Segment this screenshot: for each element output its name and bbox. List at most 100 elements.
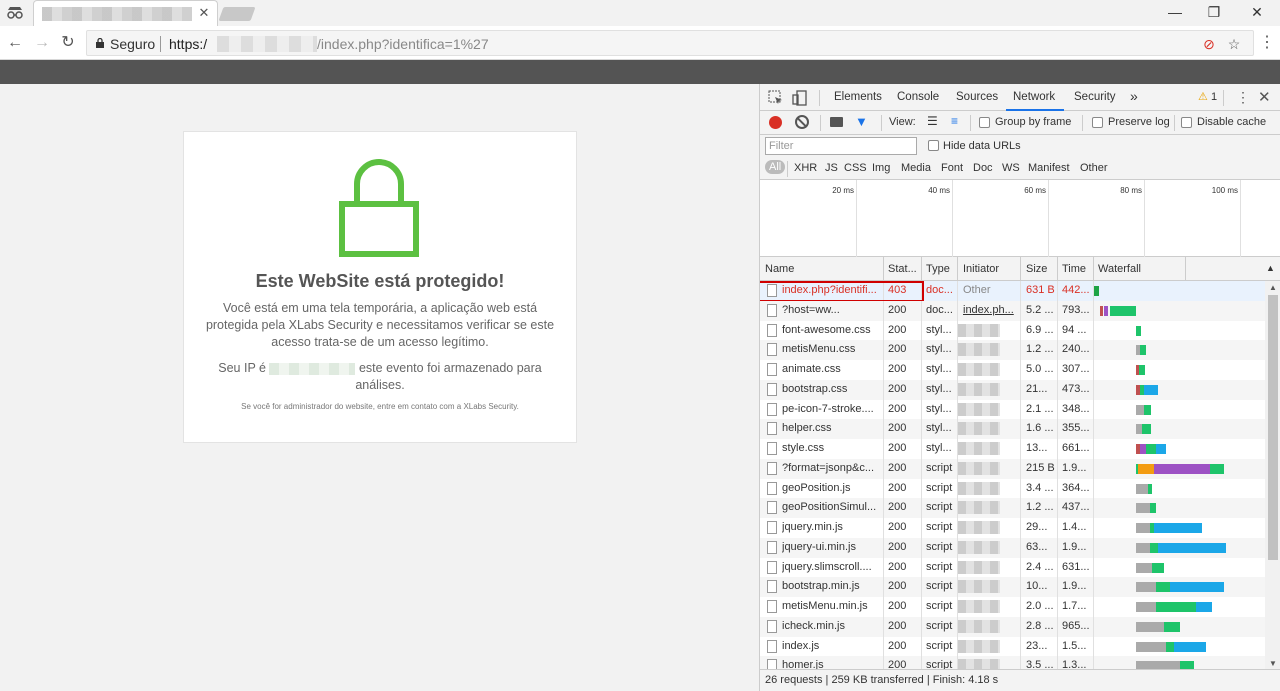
waterfall-bar [1164, 621, 1180, 632]
table-row[interactable]: ?host=ww... 200 doc... index.ph... 5.2 ... 79… [760, 300, 1265, 321]
request-type: styl... [926, 442, 952, 454]
overview-icon[interactable]: ≡ [951, 114, 958, 128]
type-filter-other[interactable]: Other [1080, 162, 1108, 174]
request-initiator[interactable]: index.ph... [963, 304, 1019, 316]
scroll-up-icon[interactable]: ▲ [1269, 283, 1277, 292]
table-row[interactable]: metisMenu.min.js 200 script 2.0 ... 1.7... [760, 597, 1265, 617]
column-divider [921, 498, 922, 519]
type-filter-font[interactable]: Font [941, 162, 963, 174]
filter-icon[interactable]: ▼ [855, 115, 869, 129]
table-row[interactable]: jquery-ui.min.js 200 script 63... 1.9... [760, 537, 1265, 558]
type-filter-ws[interactable]: WS [1002, 162, 1020, 174]
minimize-button[interactable]: — [1164, 3, 1186, 21]
more-tabs-button[interactable]: » [1130, 88, 1138, 104]
table-row[interactable]: index.php?identifi... 403 doc... Other 631 B… [760, 281, 1265, 302]
scrollbar-thumb[interactable] [1268, 295, 1278, 560]
screenshot-icon[interactable] [830, 117, 843, 127]
forward-icon[interactable]: → [33, 34, 51, 52]
request-name: font-awesome.css [782, 323, 871, 336]
initiator-redacted [958, 619, 1000, 633]
request-type: styl... [926, 402, 952, 415]
type-filter-manifest[interactable]: Manifest [1028, 162, 1070, 174]
table-row[interactable]: style.css 200 styl... 13... 661... [760, 439, 1265, 459]
type-filter-doc[interactable]: Doc [973, 162, 993, 174]
inspect-element-icon[interactable] [768, 90, 784, 106]
request-time: 1.4... [1062, 521, 1087, 533]
table-row[interactable]: ?format=jsonp&c... 200 script 215 B 1.9... [760, 458, 1265, 479]
column-divider [1057, 636, 1058, 657]
file-icon [767, 442, 777, 455]
scroll-down-icon[interactable]: ▼ [1269, 659, 1277, 668]
type-filter-media[interactable]: Media [901, 162, 931, 174]
table-row[interactable]: pe-icon-7-stroke.... 200 styl... 2.1 ... 348… [760, 399, 1265, 420]
address-bar[interactable]: Seguro https:/ /index.php?identifica=1%2… [86, 30, 1254, 56]
timeline-tick-label: 20 ms [832, 186, 854, 195]
initiator-redacted [958, 402, 1000, 416]
table-row[interactable]: bootstrap.css 200 styl... 21... 473... [760, 379, 1265, 400]
devtools-close-icon[interactable]: ✕ [1258, 88, 1271, 106]
window-close-button[interactable]: ✕ [1246, 3, 1268, 21]
highlight-annotation [760, 281, 924, 302]
table-row[interactable]: geoPosition.js 200 script 3.4 ... 364... [760, 478, 1265, 499]
table-row[interactable]: font-awesome.css 200 styl... 6.9 ... 94 ... [760, 320, 1265, 341]
disable-cache-checkbox[interactable] [1181, 117, 1192, 128]
column-divider [1020, 419, 1021, 440]
devtools-menu-icon[interactable]: ⋮ [1236, 89, 1250, 106]
device-toolbar-icon[interactable] [792, 90, 808, 106]
table-row[interactable]: bootstrap.min.js 200 script 10... 1.9... [760, 577, 1265, 598]
table-row[interactable]: geoPositionSimul... 200 script 1.2 ... 437..… [760, 498, 1265, 519]
hide-data-urls-checkbox[interactable] [928, 140, 939, 151]
tab-close-icon[interactable]: ✕ [197, 6, 211, 20]
network-overview-timeline[interactable]: 20 ms 40 ms 60 ms 80 ms 100 ms [760, 180, 1280, 257]
request-type: script [926, 580, 953, 593]
type-filter-js[interactable]: JS [825, 162, 838, 174]
column-header-time[interactable]: Time [1062, 263, 1086, 275]
bookmark-star-icon[interactable]: ☆ [1225, 35, 1243, 53]
sort-ascending-icon[interactable]: ▲ [1266, 263, 1275, 273]
warning-counter[interactable]: ⚠ 1 [1198, 90, 1217, 103]
clear-icon[interactable] [795, 115, 809, 129]
tab-elements[interactable]: Elements [834, 91, 882, 103]
request-list-scrollbar[interactable]: ▲ ▼ [1265, 281, 1280, 671]
warning-icon: ⚠ [1198, 91, 1208, 103]
table-row[interactable]: animate.css 200 styl... 5.0 ... 307... [760, 360, 1265, 380]
browser-tab[interactable]: ✕ [33, 0, 218, 26]
table-row[interactable]: icheck.min.js 200 script 2.8 ... 965... [760, 616, 1265, 637]
back-icon[interactable]: ← [6, 34, 24, 52]
large-rows-icon[interactable]: ☰ [927, 114, 938, 128]
table-row[interactable]: metisMenu.css 200 styl... 1.2 ... 240... [760, 340, 1265, 361]
file-icon [767, 461, 777, 475]
tab-network[interactable]: Network [1013, 91, 1055, 103]
reload-icon[interactable]: ↻ [59, 34, 77, 52]
table-row[interactable]: jquery.min.js 200 script 29... 1.4... [760, 518, 1265, 538]
tab-security[interactable]: Security [1074, 91, 1116, 103]
group-by-frame-checkbox[interactable] [979, 117, 990, 128]
menu-icon[interactable]: ⋮ [1258, 34, 1276, 52]
waterfall-bar [1150, 542, 1158, 553]
column-divider [1057, 340, 1058, 361]
column-header-name[interactable]: Name [765, 263, 794, 275]
file-icon [767, 521, 777, 534]
file-icon [767, 323, 777, 337]
table-row[interactable]: index.js 200 script 23... 1.5... [760, 636, 1265, 657]
table-row[interactable]: helper.css 200 styl... 1.6 ... 355... [760, 419, 1265, 440]
column-header-waterfall[interactable]: Waterfall [1098, 263, 1141, 275]
secure-label: Seguro [110, 36, 156, 52]
type-filter-xhr[interactable]: XHR [794, 162, 817, 174]
preserve-log-checkbox[interactable] [1092, 117, 1103, 128]
column-header-initiator[interactable]: Initiator [963, 263, 999, 275]
column-header-status[interactable]: Stat... [888, 263, 917, 275]
record-button[interactable] [769, 116, 782, 129]
blocked-content-icon[interactable]: ⊘ [1200, 35, 1218, 53]
type-filter-all[interactable]: All [765, 160, 786, 174]
type-filter-img[interactable]: Img [872, 162, 890, 174]
restore-button[interactable]: ❐ [1203, 3, 1225, 21]
column-header-type[interactable]: Type [926, 263, 950, 275]
tab-console[interactable]: Console [897, 91, 939, 103]
new-tab-button[interactable] [218, 7, 256, 21]
filter-input[interactable]: Filter [765, 137, 917, 155]
tab-sources[interactable]: Sources [956, 91, 998, 103]
table-row[interactable]: jquery.slimscroll.... 200 script 2.4 ... 631… [760, 557, 1265, 578]
type-filter-css[interactable]: CSS [844, 162, 867, 174]
column-header-size[interactable]: Size [1026, 263, 1047, 275]
